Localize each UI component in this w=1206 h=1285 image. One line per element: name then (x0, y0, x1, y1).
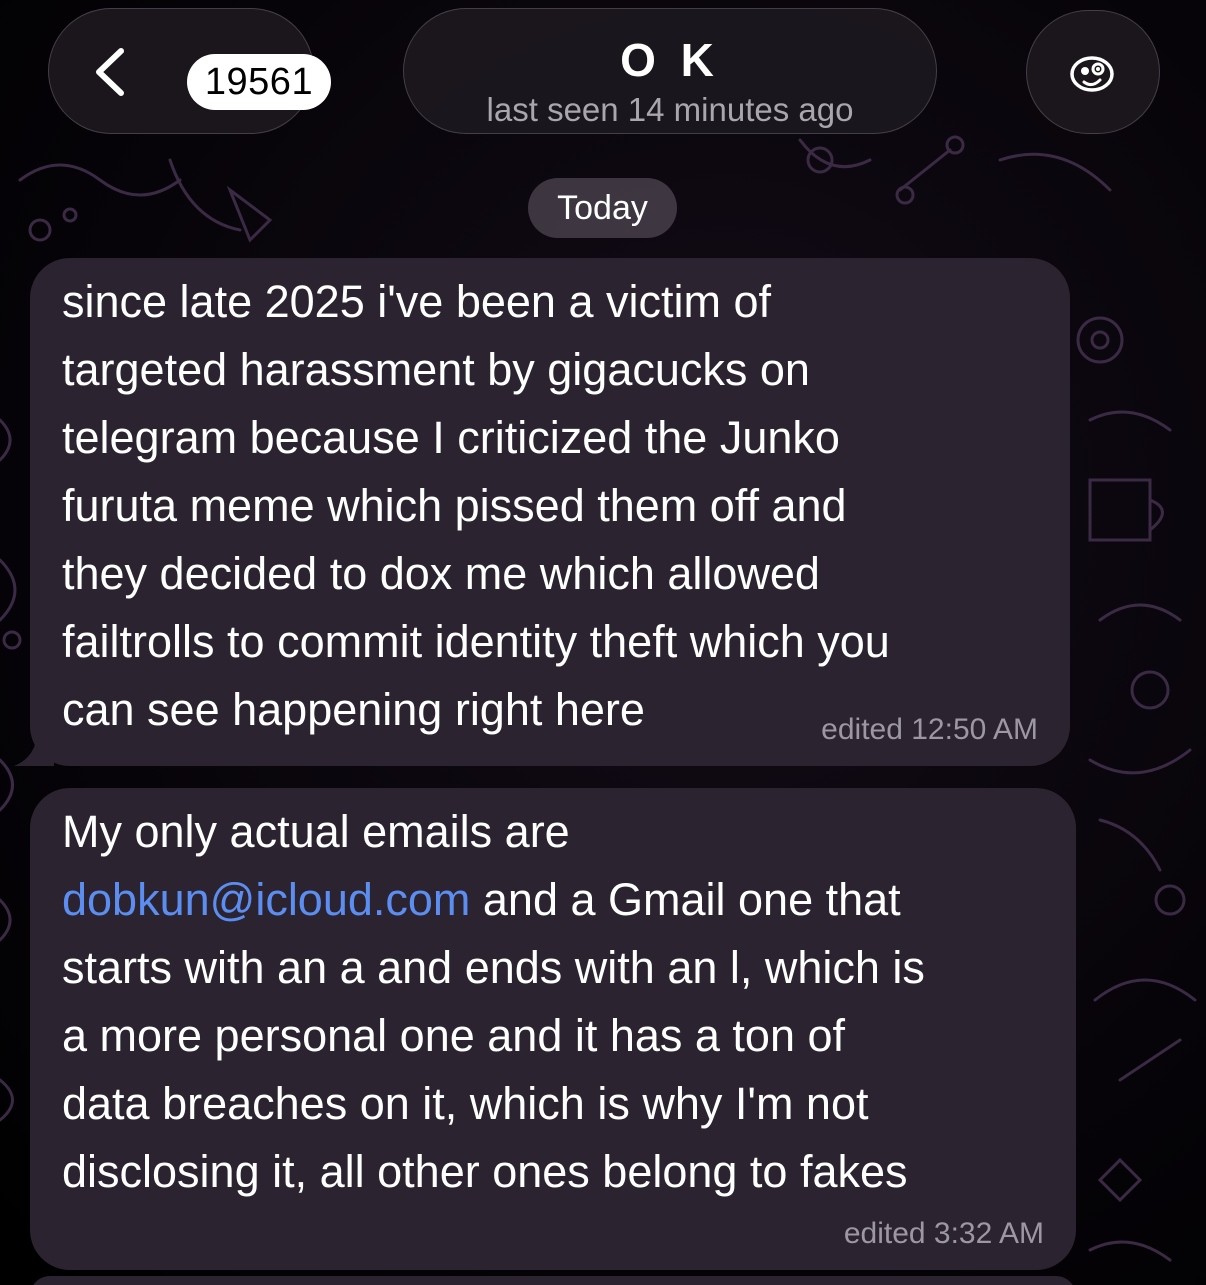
message-meta: edited 3:32 AM (843, 1217, 1044, 1250)
message-bubble[interactable]: since late 2025 i've been a victim of ta… (30, 258, 1070, 766)
last-seen-status: last seen 14 minutes ago (486, 91, 854, 128)
message-text-part: My only actual emails are (62, 806, 570, 857)
chat-title: O K (620, 34, 720, 86)
chat-header[interactable]: O K last seen 14 minutes ago (403, 8, 937, 134)
avatar[interactable] (1026, 10, 1160, 134)
message-text: My only actual emails are dobkun@icloud.… (62, 798, 1046, 1206)
message-bubble-partial[interactable] (30, 1276, 1076, 1285)
date-separator: Today (528, 178, 677, 238)
chevron-left-icon (96, 48, 124, 96)
message-bubble[interactable]: My only actual emails are dobkun@icloud.… (30, 788, 1076, 1270)
email-link[interactable]: dobkun@icloud.com (62, 874, 470, 925)
unread-count-badge: 19561 (187, 54, 331, 110)
message-meta: edited 12:50 AM (821, 713, 1038, 746)
back-button[interactable]: 19561 (48, 8, 331, 134)
sticker-face-icon (1070, 56, 1114, 92)
message-text: since late 2025 i've been a victim of ta… (62, 276, 890, 735)
